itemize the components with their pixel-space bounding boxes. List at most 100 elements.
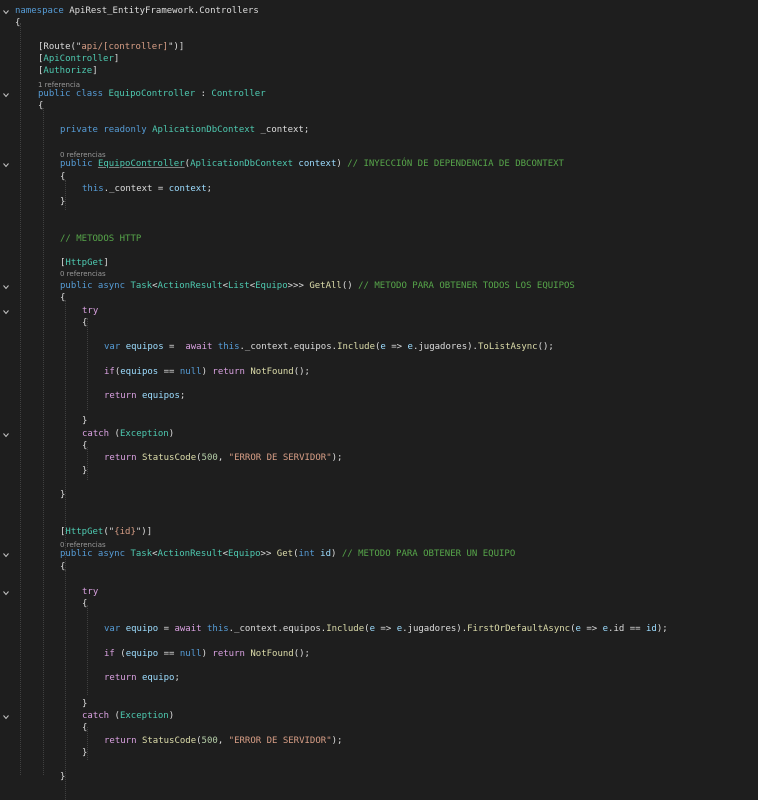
code-token: == (158, 649, 180, 659)
code-token: = (163, 342, 186, 352)
code-token: private readonly (60, 125, 153, 135)
code-token: return (104, 736, 142, 746)
code-line[interactable]: if (equipo == null) return NotFound(); (104, 648, 310, 661)
code-token: "ERROR DE SERVIDOR" (228, 453, 332, 463)
indent-guide (65, 180, 66, 210)
code-token: Get (276, 549, 294, 559)
code-line[interactable]: public EquipoController(AplicationDbCont… (60, 158, 564, 171)
code-line[interactable]: var equipos = await this._context.equipo… (104, 341, 554, 354)
fold-chevron-icon[interactable] (3, 590, 9, 596)
code-token: var (104, 342, 126, 352)
code-token: {id} (114, 527, 136, 537)
code-line[interactable]: } (82, 415, 87, 428)
code-token: .jugadores). (412, 342, 478, 352)
code-token: try (82, 587, 99, 597)
fold-chevron-icon[interactable] (3, 162, 9, 168)
code-token: equipo (125, 624, 159, 634)
code-line[interactable]: public async Task<ActionResult<List<Equi… (60, 280, 575, 293)
code-token: Controller (211, 89, 266, 99)
code-token: ; (179, 391, 186, 401)
code-line[interactable]: catch (Exception) (82, 428, 174, 441)
indent-guide (87, 318, 88, 410)
codelens-references[interactable]: 0 referencias (60, 541, 106, 550)
code-token: ._context.equipos. (239, 342, 338, 352)
code-token: namespace (15, 6, 64, 16)
code-token: catch (82, 711, 110, 721)
fold-chevron-icon[interactable] (3, 284, 9, 290)
code-token: 500 (201, 736, 218, 746)
code-token: ] (113, 54, 120, 64)
code-line[interactable]: [HttpGet("{id}")] (60, 526, 152, 539)
code-token: Task (130, 549, 153, 559)
code-token: StatusCode (141, 736, 197, 746)
code-token: catch (82, 429, 110, 439)
code-token: await (174, 624, 207, 634)
code-token: Exception (119, 711, 169, 721)
code-token: FirstOrDefaultAsync (467, 624, 571, 634)
code-line[interactable]: return StatusCode(500, "ERROR DE SERVIDO… (104, 452, 342, 465)
code-token: => (580, 624, 603, 634)
code-line[interactable]: var equipo = await this._context.equipos… (104, 623, 668, 636)
code-token: equipos (120, 367, 159, 377)
code-token: ActionResult (157, 281, 223, 291)
fold-chevron-icon[interactable] (3, 714, 9, 720)
code-line[interactable]: return equipos; (104, 390, 185, 403)
code-token: Equipo (228, 549, 261, 559)
indent-guide (87, 605, 88, 695)
code-token: // METODOS HTTP (60, 234, 142, 244)
fold-chevron-icon[interactable] (3, 92, 9, 98)
code-token: ); (331, 736, 343, 746)
code-token: equipo (125, 649, 159, 659)
codelens-references[interactable]: 1 referencia (38, 81, 80, 90)
code-token: id (314, 549, 332, 559)
code-line[interactable]: return StatusCode(500, "ERROR DE SERVIDO… (104, 735, 342, 748)
code-token: id (645, 624, 657, 634)
code-token: (); (537, 342, 554, 352)
code-token: ApiRest_EntityFramework.Controllers (63, 6, 259, 16)
codelens-references[interactable]: 0 referencias (60, 151, 106, 160)
code-token: "ERROR DE SERVIDOR" (228, 736, 332, 746)
code-token: return (104, 673, 142, 683)
code-token: ) (168, 711, 175, 721)
code-token: GetAll (309, 281, 342, 291)
code-line[interactable]: [Authorize] (38, 65, 98, 78)
code-token: == (158, 367, 180, 377)
code-line[interactable]: public async Task<ActionResult<Equipo>> … (60, 548, 515, 561)
code-token: 500 (201, 453, 218, 463)
code-line[interactable]: [HttpGet] (60, 257, 109, 270)
code-token: AplicationDbContext (152, 125, 256, 135)
code-line[interactable]: if(equipos == null) return NotFound(); (104, 366, 310, 379)
code-token: // METODO PARA OBTENER UN EQUIPO (341, 549, 516, 559)
code-token: ; (174, 673, 180, 683)
code-line[interactable]: catch (Exception) (82, 710, 174, 723)
indent-guide (20, 23, 21, 775)
fold-chevron-icon[interactable] (3, 552, 9, 558)
code-line[interactable]: this._context = context; (82, 183, 212, 196)
code-token: ( (109, 429, 120, 439)
code-line[interactable]: // METODOS HTTP (60, 233, 141, 246)
code-line[interactable]: namespace ApiRest_EntityFramework.Contro… (15, 5, 259, 18)
fold-chevron-icon[interactable] (3, 432, 9, 438)
codelens-references[interactable]: 0 referencias (60, 270, 106, 279)
code-line[interactable]: private readonly AplicationDbContext _co… (60, 124, 309, 137)
code-token: (); (293, 649, 310, 659)
code-token: return (104, 391, 142, 401)
code-token: if (104, 367, 115, 377)
code-editor[interactable]: namespace ApiRest_EntityFramework.Contro… (0, 0, 758, 800)
code-token: Include (337, 342, 375, 352)
code-token: => (385, 342, 408, 352)
code-token: ( (109, 711, 120, 721)
fold-chevron-icon[interactable] (3, 309, 9, 315)
code-token: NotFound (250, 649, 294, 659)
code-token: public async (60, 549, 131, 559)
code-token: public (60, 159, 98, 169)
code-token: EquipoController (108, 89, 196, 99)
code-token: .jugadores). (402, 624, 468, 634)
code-token: equipos (125, 342, 164, 352)
code-token: ) (331, 549, 342, 559)
code-token: return (104, 453, 142, 463)
code-token: if (104, 649, 115, 659)
code-token: ._context = (103, 184, 169, 194)
code-line[interactable]: return equipo; (104, 672, 180, 685)
fold-chevron-icon[interactable] (3, 9, 9, 15)
